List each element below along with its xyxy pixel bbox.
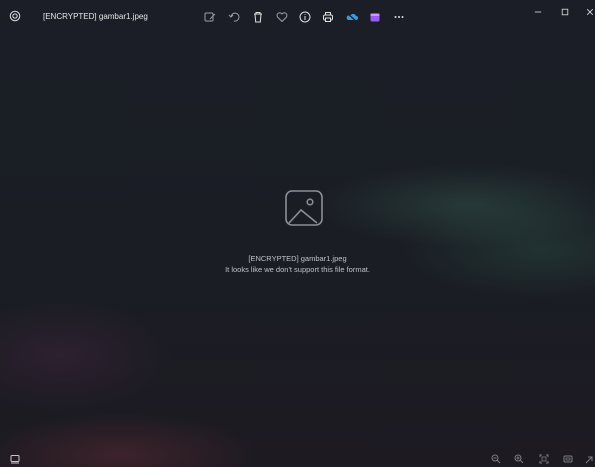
zoom-in-icon[interactable]: [512, 452, 526, 466]
minimize-button[interactable]: [526, 4, 550, 20]
image-placeholder-icon: [285, 190, 323, 226]
bottom-bar: [0, 452, 595, 467]
window-title: [ENCRYPTED] gambar1.jpeg: [43, 12, 148, 21]
maximize-button[interactable]: [553, 4, 577, 20]
fullscreen-icon[interactable]: [561, 452, 575, 466]
favorite-heart-icon[interactable]: [275, 10, 289, 24]
clipchamp-icon[interactable]: [368, 10, 382, 24]
delete-icon[interactable]: [251, 10, 265, 24]
unsupported-format-message: It looks like we don't support this file…: [225, 265, 370, 274]
edit-image-icon[interactable]: [203, 10, 217, 24]
onedrive-cloud-icon[interactable]: [345, 10, 359, 24]
zoom-out-icon[interactable]: [489, 452, 503, 466]
photos-app-icon[interactable]: [8, 9, 22, 23]
print-icon[interactable]: [321, 10, 335, 24]
background: [0, 0, 595, 467]
fit-to-window-icon[interactable]: [537, 452, 551, 466]
close-button[interactable]: [578, 4, 595, 20]
expand-icon[interactable]: [581, 452, 595, 466]
title-bar: [ENCRYPTED] gambar1.jpeg: [0, 0, 595, 34]
info-icon[interactable]: [298, 10, 312, 24]
rotate-icon[interactable]: [227, 10, 241, 24]
maximize-icon: [561, 8, 569, 16]
filmstrip-icon[interactable]: [8, 452, 22, 466]
more-options-icon[interactable]: [392, 10, 406, 24]
minimize-icon: [534, 11, 542, 13]
file-name-label: [ENCRYPTED] gambar1.jpeg: [248, 254, 347, 263]
close-icon: [586, 8, 594, 16]
